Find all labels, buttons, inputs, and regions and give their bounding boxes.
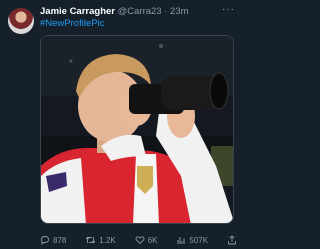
share-button[interactable] (227, 235, 237, 245)
reply-button[interactable]: 878 (40, 235, 66, 245)
like-button[interactable]: 6K (135, 235, 158, 245)
views-count: 507K (189, 235, 209, 245)
tweet[interactable]: Jamie Carragher @Carra23 · 23m ··· #NewP… (0, 0, 243, 249)
reply-icon (41, 236, 49, 245)
views-button[interactable]: 507K (176, 235, 208, 245)
author-handle[interactable]: @Carra23 (118, 6, 162, 17)
retweet-button[interactable]: 1.2K (85, 235, 116, 245)
retweet-count: 1.2K (99, 235, 116, 245)
separator: · (164, 6, 168, 17)
tweet-time[interactable]: 23m (170, 6, 188, 17)
like-icon (135, 236, 145, 245)
avatar[interactable] (8, 8, 34, 34)
more-icon[interactable]: ··· (222, 4, 235, 15)
tweet-header: Jamie Carragher @Carra23 · 23m (40, 6, 189, 18)
views-icon (177, 237, 185, 244)
author-name[interactable]: Jamie Carragher (40, 6, 115, 17)
like-count: 6K (147, 235, 158, 245)
tweet-photo[interactable] (40, 35, 234, 224)
hashtag-link[interactable]: #NewProfilePic (40, 18, 104, 30)
action-bar: 878 1.2K 6K 507K (40, 234, 237, 246)
photo-image (41, 36, 233, 223)
share-icon (228, 235, 236, 245)
reply-count: 878 (53, 235, 67, 245)
retweet-icon (85, 236, 96, 244)
